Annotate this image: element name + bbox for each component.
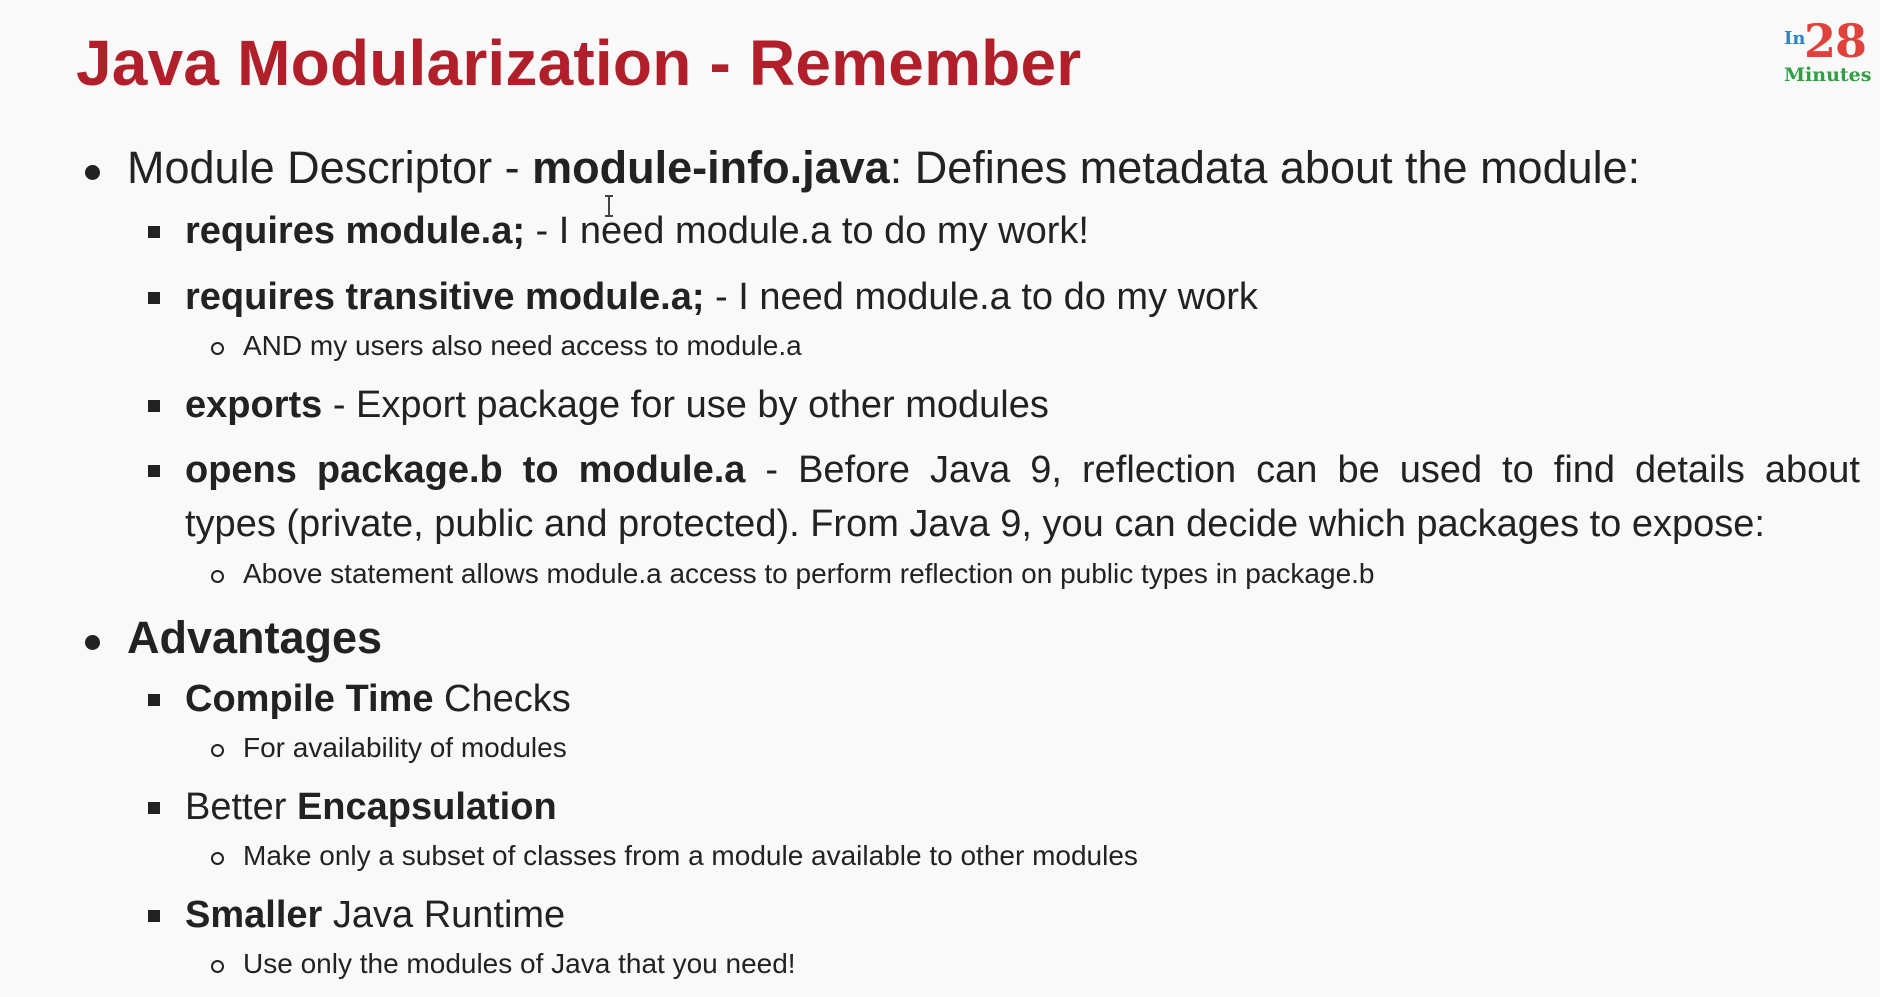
bullet-disc-icon [85, 165, 100, 180]
opens-keyword: opens package.b to module.a [185, 449, 746, 491]
logo-number: 28 [1804, 14, 1867, 68]
exports-item: exports - Export package for use by othe… [185, 384, 1049, 427]
bullet-square-icon [148, 292, 160, 304]
exports-desc: - Export package for use by other module… [322, 384, 1049, 426]
bullet-circle-icon [211, 744, 224, 757]
opens-item-line2: types (private, public and protected). F… [185, 503, 1765, 545]
slide-title: Java Modularization - Remember [76, 27, 1082, 99]
bullet-circle-icon [211, 570, 224, 583]
bullet-square-icon [148, 465, 160, 477]
compile-time-item: Compile Time Checks [185, 678, 571, 721]
requires-transitive-sub: AND my users also need access to module.… [243, 330, 802, 361]
slide: Java Modularization - Remember In 28 Min… [0, 0, 1880, 997]
smaller-runtime-text: Java Runtime [322, 894, 566, 936]
bullet-circle-icon [211, 852, 224, 865]
compile-time-text: Checks [433, 678, 571, 720]
bullet-square-icon [148, 694, 160, 706]
requires-desc: - I need module.a to do my work! [524, 210, 1089, 252]
requires-keyword: requires module.a; [185, 210, 525, 252]
exports-keyword: exports [185, 384, 323, 426]
requires-item: requires module.a; - I need module.a to … [185, 210, 1089, 253]
encapsulation-bold: Encapsulation [296, 786, 557, 828]
module-descriptor-line: Module Descriptor - module-info.java: De… [127, 142, 1640, 194]
opens-desc-line1: - Before Java 9, reflection can be used … [745, 449, 1860, 491]
encapsulation-prefix: Better [185, 786, 297, 828]
bullet-square-icon [148, 802, 160, 814]
requires-transitive-keyword: requires transitive module.a; [185, 276, 705, 318]
module-info-java-text: module-info.java [532, 142, 890, 193]
opens-sub: Above statement allows module.a access t… [243, 558, 1375, 589]
bullet-square-icon [148, 400, 160, 412]
logo-minutes: Minutes [1784, 64, 1872, 86]
bullet-disc-icon [85, 635, 100, 650]
in28minutes-logo: In 28 Minutes [1782, 14, 1872, 86]
opens-item-line1: opens package.b to module.a - Before Jav… [185, 449, 1860, 492]
requires-transitive-item: requires transitive module.a; - I need m… [185, 276, 1258, 319]
bullet-circle-icon [211, 960, 224, 973]
bullet-circle-icon [211, 342, 224, 355]
smaller-runtime-item: Smaller Java Runtime [185, 894, 565, 937]
module-descriptor-prefix: Module Descriptor - [127, 142, 533, 193]
compile-time-sub: For availability of modules [243, 732, 567, 763]
encapsulation-item: Better Encapsulation [185, 786, 557, 829]
logo-in: In [1784, 28, 1806, 49]
bullet-square-icon [148, 226, 160, 238]
requires-transitive-desc: - I need module.a to do my work [704, 276, 1258, 318]
bullet-square-icon [148, 910, 160, 922]
compile-time-bold: Compile Time [185, 678, 434, 720]
module-descriptor-suffix: : Defines metadata about the module: [889, 142, 1641, 193]
smaller-runtime-sub: Use only the modules of Java that you ne… [243, 948, 796, 979]
smaller-bold: Smaller [185, 894, 323, 936]
encapsulation-sub: Make only a subset of classes from a mod… [243, 840, 1138, 871]
advantages-heading: Advantages [127, 612, 383, 663]
